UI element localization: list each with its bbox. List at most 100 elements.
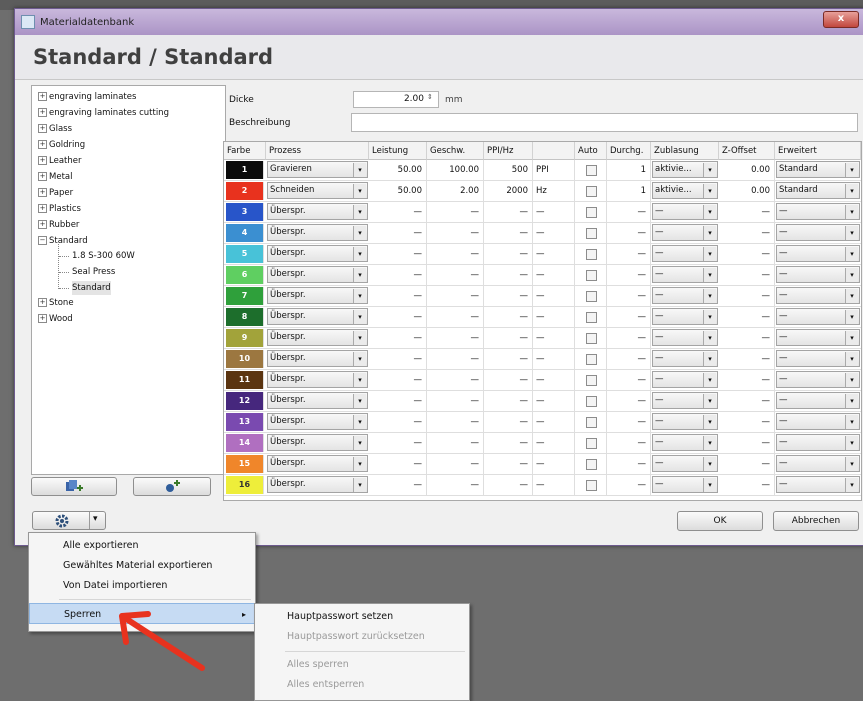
process-select[interactable]: Überspr. ▾ — [267, 371, 368, 388]
tree-item[interactable]: + Rubber — [38, 218, 79, 232]
close-button[interactable]: x — [823, 11, 859, 28]
tree-item[interactable]: + Wood — [38, 312, 73, 326]
ppi-cell[interactable]: — — [484, 349, 533, 369]
expand-icon[interactable]: + — [38, 124, 47, 133]
air-assist-select[interactable]: — ▾ — [652, 266, 718, 283]
passes-cell[interactable]: 1 — [607, 160, 651, 180]
ppi-cell[interactable]: — — [484, 223, 533, 243]
dropdown-arrow-icon[interactable]: ▾ — [353, 226, 366, 240]
process-select[interactable]: Überspr. ▾ — [267, 308, 368, 325]
dropdown-arrow-icon[interactable]: ▾ — [703, 184, 716, 198]
ppi-cell[interactable]: 500 — [484, 160, 533, 180]
expand-icon[interactable]: + — [38, 108, 47, 117]
dropdown-arrow-icon[interactable]: ▾ — [353, 163, 366, 177]
ok-button[interactable]: OK — [677, 511, 763, 531]
z-offset-cell[interactable]: — — [719, 244, 775, 264]
expand-icon[interactable]: + — [38, 92, 47, 101]
collapse-icon[interactable]: − — [38, 236, 47, 245]
tree-item[interactable]: − Standard — [38, 234, 88, 248]
dropdown-arrow-icon[interactable]: ▾ — [703, 457, 716, 471]
dropdown-arrow-icon[interactable]: ▾ — [845, 268, 858, 282]
process-select[interactable]: Überspr. ▾ — [267, 392, 368, 409]
advanced-select[interactable]: Standard ▾ — [776, 182, 860, 199]
air-assist-select[interactable]: — ▾ — [652, 203, 718, 220]
speed-cell[interactable]: — — [427, 307, 484, 327]
power-cell[interactable]: — — [369, 391, 427, 411]
advanced-select[interactable]: — ▾ — [776, 203, 860, 220]
tree-item[interactable]: + Metal — [38, 170, 72, 184]
passes-cell[interactable]: — — [607, 244, 651, 264]
tree-item[interactable]: + Stone — [38, 296, 74, 310]
air-assist-select[interactable]: — ▾ — [652, 308, 718, 325]
passes-cell[interactable]: — — [607, 202, 651, 222]
passes-cell[interactable]: — — [607, 391, 651, 411]
dropdown-arrow-icon[interactable]: ▾ — [703, 415, 716, 429]
auto-checkbox[interactable] — [586, 270, 597, 281]
advanced-select[interactable]: — ▾ — [776, 224, 860, 241]
expand-icon[interactable]: + — [38, 298, 47, 307]
speed-cell[interactable]: — — [427, 391, 484, 411]
dropdown-arrow-icon[interactable]: ▾ — [353, 373, 366, 387]
submenu-set-master-password[interactable]: Hauptpasswort setzen — [255, 607, 469, 627]
passes-cell[interactable]: — — [607, 286, 651, 306]
dropdown-arrow-icon[interactable]: ▾ — [845, 457, 858, 471]
speed-cell[interactable]: — — [427, 265, 484, 285]
speed-cell[interactable]: — — [427, 286, 484, 306]
z-offset-cell[interactable]: — — [719, 475, 775, 495]
ppi-cell[interactable]: — — [484, 265, 533, 285]
advanced-select[interactable]: Standard ▾ — [776, 161, 860, 178]
tree-item[interactable]: + engraving laminates cutting — [38, 106, 169, 120]
ppi-cell[interactable]: — — [484, 307, 533, 327]
air-assist-select[interactable]: — ▾ — [652, 413, 718, 430]
process-select[interactable]: Überspr. ▾ — [267, 476, 368, 493]
power-cell[interactable]: — — [369, 370, 427, 390]
dropdown-arrow-icon[interactable]: ▾ — [703, 226, 716, 240]
dropdown-arrow-icon[interactable]: ▾ — [845, 205, 858, 219]
air-assist-select[interactable]: aktivie... ▾ — [652, 161, 718, 178]
z-offset-cell[interactable]: — — [719, 454, 775, 474]
z-offset-cell[interactable]: — — [719, 391, 775, 411]
advanced-select[interactable]: — ▾ — [776, 455, 860, 472]
speed-cell[interactable]: — — [427, 412, 484, 432]
speed-cell[interactable]: — — [427, 328, 484, 348]
air-assist-select[interactable]: — ▾ — [652, 329, 718, 346]
ppi-cell[interactable]: — — [484, 328, 533, 348]
dropdown-arrow-icon[interactable]: ▾ — [353, 247, 366, 261]
process-select[interactable]: Überspr. ▾ — [267, 413, 368, 430]
tree-item[interactable]: + Leather — [38, 154, 81, 168]
power-cell[interactable]: — — [369, 349, 427, 369]
ppi-cell[interactable]: — — [484, 370, 533, 390]
advanced-select[interactable]: — ▾ — [776, 308, 860, 325]
process-select[interactable]: Überspr. ▾ — [267, 266, 368, 283]
z-offset-cell[interactable]: — — [719, 370, 775, 390]
dropdown-arrow-icon[interactable]: ▾ — [845, 247, 858, 261]
air-assist-select[interactable]: — ▾ — [652, 350, 718, 367]
power-cell[interactable]: — — [369, 286, 427, 306]
dropdown-arrow-icon[interactable]: ▾ — [845, 163, 858, 177]
process-select[interactable]: Überspr. ▾ — [267, 245, 368, 262]
dropdown-arrow-icon[interactable]: ▾ — [703, 394, 716, 408]
passes-cell[interactable]: — — [607, 223, 651, 243]
dropdown-arrow-icon[interactable]: ▾ — [353, 457, 366, 471]
process-select[interactable]: Überspr. ▾ — [267, 203, 368, 220]
process-select[interactable]: Überspr. ▾ — [267, 434, 368, 451]
z-offset-cell[interactable]: 0.00 — [719, 160, 775, 180]
ppi-cell[interactable]: — — [484, 244, 533, 264]
dropdown-arrow-icon[interactable]: ▾ — [845, 184, 858, 198]
ppi-cell[interactable]: — — [484, 475, 533, 495]
speed-cell[interactable]: — — [427, 454, 484, 474]
power-cell[interactable]: 50.00 — [369, 181, 427, 201]
process-select[interactable]: Überspr. ▾ — [267, 287, 368, 304]
ppi-cell[interactable]: 2000 — [484, 181, 533, 201]
dropdown-arrow-icon[interactable]: ▾ — [703, 247, 716, 261]
auto-checkbox[interactable] — [586, 396, 597, 407]
tree-item[interactable]: + engraving laminates — [38, 90, 136, 104]
menu-item-export-all[interactable]: Alle exportieren — [29, 535, 255, 556]
power-cell[interactable]: — — [369, 412, 427, 432]
tree-item[interactable]: + Plastics — [38, 202, 81, 216]
passes-cell[interactable]: 1 — [607, 181, 651, 201]
dropdown-arrow-icon[interactable]: ▾ — [703, 352, 716, 366]
advanced-select[interactable]: — ▾ — [776, 476, 860, 493]
air-assist-select[interactable]: — ▾ — [652, 434, 718, 451]
speed-cell[interactable]: — — [427, 475, 484, 495]
